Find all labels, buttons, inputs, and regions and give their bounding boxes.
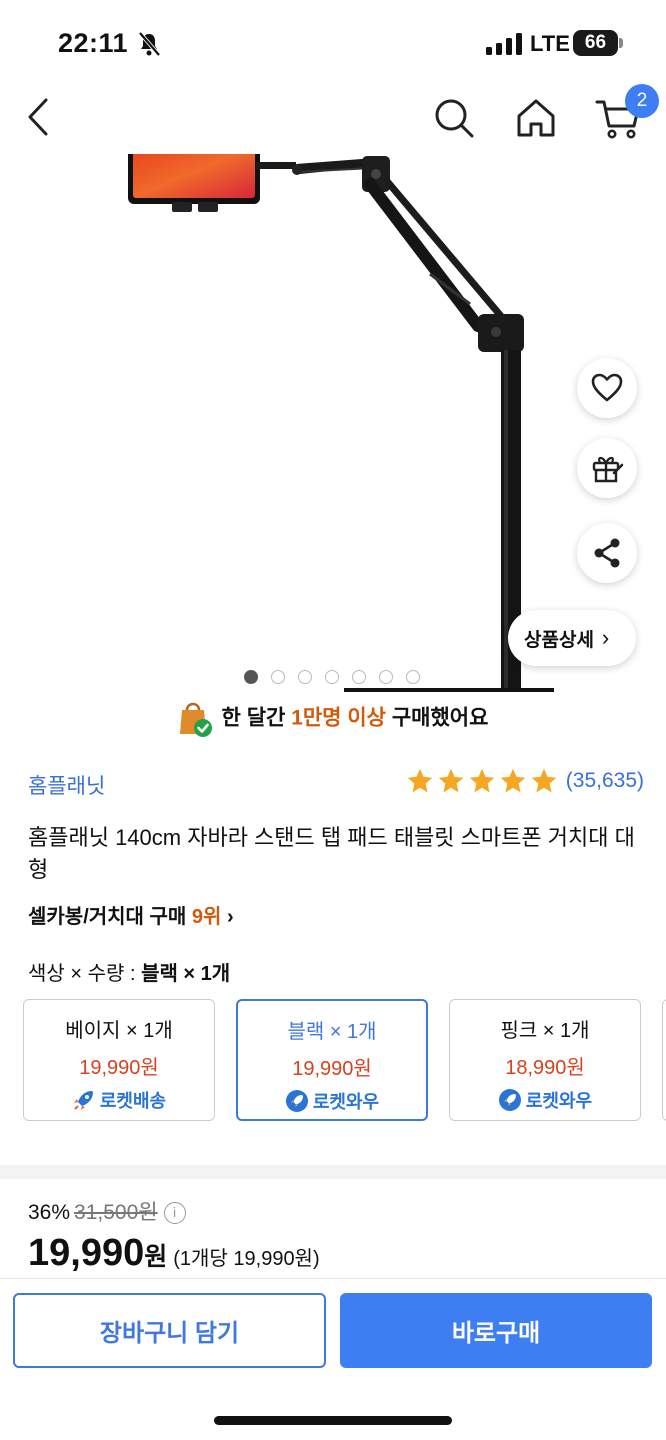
shipping-badge: 로켓와우: [450, 1087, 640, 1113]
shipping-label: 로켓와우: [525, 1091, 593, 1111]
signal-icon: [486, 33, 522, 55]
page-dot[interactable]: [379, 670, 393, 684]
banner-highlight: 1만명 이상: [291, 706, 386, 730]
star-icon: [531, 768, 557, 793]
page-dot[interactable]: [406, 670, 420, 684]
banner-suffix: 구매했어요: [391, 706, 489, 730]
cart-count-badge: 2: [625, 84, 659, 118]
image-pagination[interactable]: [244, 670, 420, 684]
star-icon: [500, 768, 526, 793]
network-label: LTE: [530, 31, 570, 56]
share-button[interactable]: [577, 523, 637, 583]
home-indicator[interactable]: [214, 1416, 452, 1425]
page-dot[interactable]: [271, 670, 285, 684]
brand-link[interactable]: 홈플래닛: [28, 770, 105, 800]
star-icon: [438, 768, 464, 793]
status-bar: 22:11 LTE 66: [0, 0, 666, 82]
home-icon[interactable]: [514, 96, 558, 140]
rating-stars: [406, 767, 558, 795]
review-count[interactable]: (35,635): [566, 769, 644, 793]
option-label-prefix: 색상 × 수량 :: [28, 963, 136, 985]
option-card-next[interactable]: [662, 999, 666, 1121]
buy-now-button[interactable]: 바로구매: [340, 1293, 652, 1368]
info-icon[interactable]: i: [163, 1202, 186, 1225]
battery-level: 66: [584, 32, 607, 53]
product-detail-button[interactable]: 상품상세 ›: [508, 610, 636, 666]
shipping-badge: 로켓와우: [238, 1088, 426, 1114]
page-dot[interactable]: [298, 670, 312, 684]
original-price: 31,500원: [74, 1201, 158, 1224]
unit-price: (1개당 19,990원): [173, 1248, 320, 1270]
chevron-right-icon: ›: [226, 906, 234, 928]
rating[interactable]: (35,635): [406, 767, 644, 795]
product-title: 홈플래닛 140cm 자바라 스탠드 탭 패드 태블릿 스마트폰 거치대 대형: [28, 825, 635, 882]
shipping-label: 로켓배송: [99, 1091, 167, 1111]
bell-muted-icon: [138, 31, 161, 57]
option-price: 18,990원: [505, 1057, 585, 1079]
section-divider: [0, 1165, 666, 1179]
option-card-pink[interactable]: 핑크 × 1개 18,990원 로켓와우: [449, 999, 641, 1121]
search-icon[interactable]: [432, 96, 476, 140]
chevron-right-icon: ›: [601, 625, 610, 650]
option-card-black[interactable]: 블랙 × 1개 19,990원 로켓와우: [236, 999, 428, 1121]
heart-icon: [591, 373, 623, 402]
share-icon: [594, 538, 620, 568]
price-block: 36% 31,500원 i 19,990원 (1개당 19,990원): [28, 1196, 320, 1275]
currency-unit: 원: [144, 1243, 168, 1271]
product-detail-label: 상품상세: [524, 629, 594, 651]
rocket-icon: [73, 1091, 93, 1110]
rocket-wow-icon: [285, 1090, 308, 1112]
page-dot[interactable]: [244, 670, 258, 684]
option-name: 블랙 × 1개: [287, 1021, 377, 1043]
wishlist-button[interactable]: [577, 358, 637, 418]
gift-button[interactable]: [577, 438, 637, 498]
status-time: 22:11: [58, 28, 129, 58]
rank-category: 셀카봉/거치대 구매: [28, 906, 187, 928]
category-rank-link[interactable]: 셀카봉/거치대 구매 9위 ›: [28, 900, 234, 929]
shipping-label: 로켓와우: [312, 1092, 380, 1112]
star-icon: [469, 768, 495, 793]
shopping-bag-check-icon: [179, 702, 212, 737]
option-selected-text: 블랙 × 1개: [141, 963, 231, 985]
rocket-wow-icon: [498, 1089, 521, 1111]
discount-rate: 36%: [28, 1201, 71, 1224]
add-to-cart-button[interactable]: 장바구니 담기: [13, 1293, 326, 1368]
rank-number: 9위: [191, 906, 222, 928]
sale-price: 19,990: [28, 1232, 145, 1274]
page-dot[interactable]: [352, 670, 366, 684]
back-icon[interactable]: [24, 96, 54, 138]
purchase-count-banner: 한 달간 1만명 이상 구매했어요: [0, 700, 666, 738]
option-price: 19,990원: [292, 1058, 372, 1080]
star-icon: [407, 768, 433, 793]
page-dot[interactable]: [325, 670, 339, 684]
option-label: 색상 × 수량 : 블랙 × 1개: [28, 957, 230, 986]
bottom-bar-divider: [0, 1278, 666, 1279]
option-name: 베이지 × 1개: [65, 1020, 173, 1042]
option-card-beige[interactable]: 베이지 × 1개 19,990원 로켓배송: [23, 999, 215, 1121]
option-name: 핑크 × 1개: [500, 1020, 590, 1042]
option-price: 19,990원: [79, 1057, 159, 1079]
banner-prefix: 한 달간: [221, 706, 286, 730]
top-nav: 2: [0, 82, 666, 154]
shipping-badge: 로켓배송: [24, 1087, 214, 1113]
gift-icon: [592, 456, 624, 483]
battery-icon: 66: [573, 30, 623, 56]
